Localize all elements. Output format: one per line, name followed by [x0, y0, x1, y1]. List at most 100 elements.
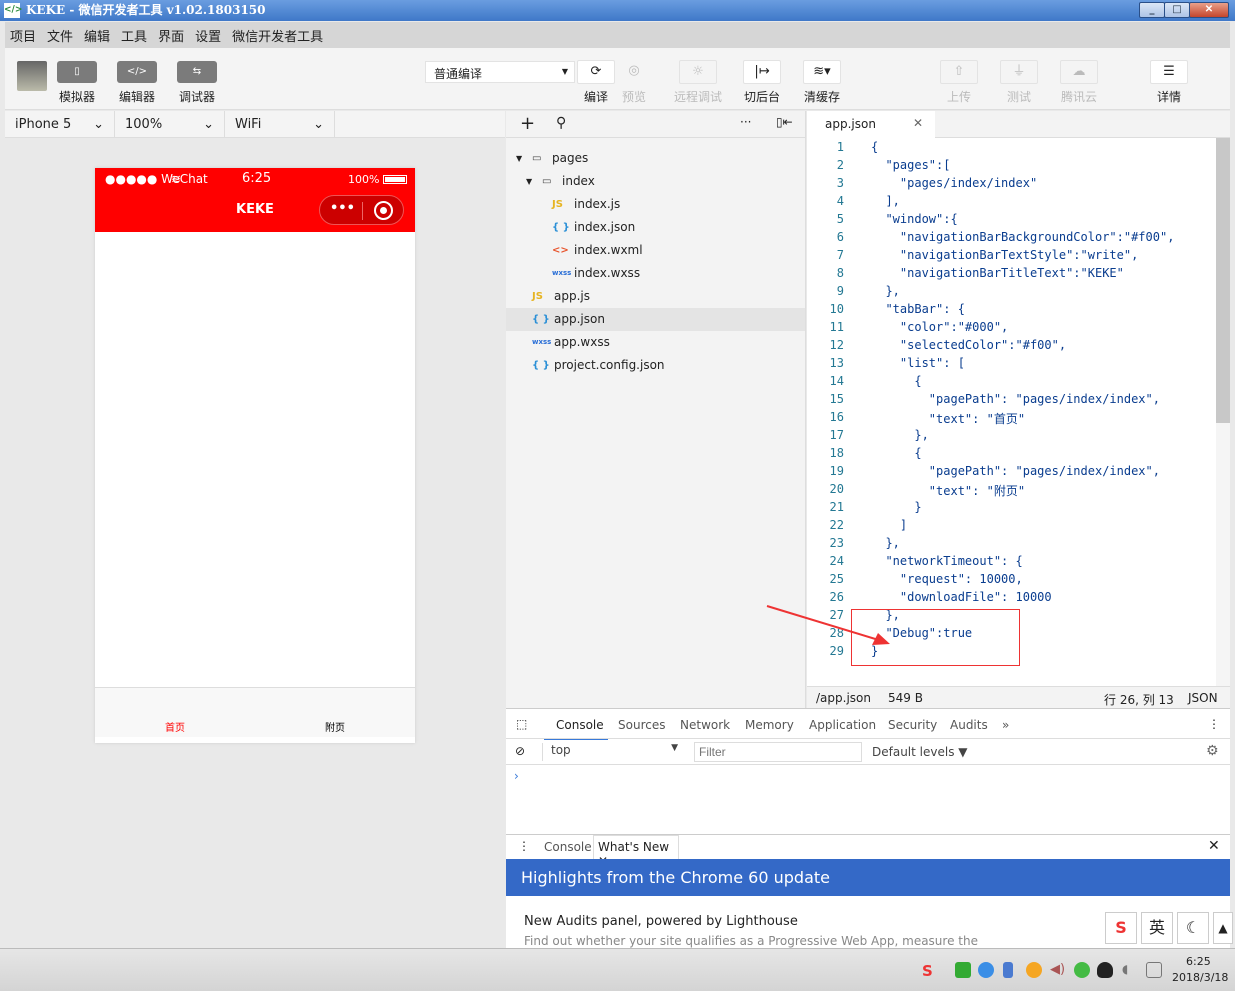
preview-button[interactable]: ◎	[615, 60, 653, 84]
device-select[interactable]: iPhone 5 ⌄	[5, 111, 115, 137]
language-mode[interactable]: JSON	[1188, 691, 1218, 705]
file-tree-item[interactable]: JS index.js	[506, 193, 806, 216]
code-line[interactable]: "tabBar": {	[871, 302, 964, 316]
menu-edit[interactable]: 编辑	[84, 26, 110, 45]
code-line[interactable]: "pagePath": "pages/index/index",	[871, 464, 1160, 478]
code-line[interactable]: "text": "首页"	[871, 410, 1025, 427]
menu-tools[interactable]: 工具	[121, 26, 147, 45]
code-line[interactable]: },	[871, 284, 899, 298]
code-line[interactable]: "networkTimeout": {	[871, 554, 1022, 568]
code-line[interactable]: "text": "附页"	[871, 482, 1025, 499]
inspect-element-icon[interactable]: ⬚	[516, 717, 527, 731]
zoom-select[interactable]: 100% ⌄	[115, 111, 225, 137]
maximize-button[interactable]: □	[1164, 2, 1190, 18]
speaker-icon[interactable]: ◖	[1122, 962, 1138, 978]
more-icon[interactable]: •••	[330, 201, 355, 216]
test-button[interactable]: ⏚	[1000, 60, 1038, 84]
qq-icon[interactable]	[1097, 962, 1113, 978]
file-tree-item[interactable]: ▼ ▭ pages	[506, 147, 806, 170]
sogou-tray-icon[interactable]: S	[922, 962, 938, 980]
usb-icon[interactable]	[1003, 962, 1013, 978]
console-prompt[interactable]: ›	[514, 769, 519, 783]
kebab-menu-icon[interactable]: ⋮	[518, 839, 530, 853]
code-line[interactable]: "navigationBarTitleText":"KEKE"	[871, 266, 1124, 280]
debugger-toggle-button[interactable]: ⇆	[177, 61, 217, 83]
collapse-panel-icon[interactable]: ▯⇤	[776, 115, 793, 129]
code-line[interactable]: "window":{	[871, 212, 957, 226]
clear-cache-button[interactable]: ≋▾	[803, 60, 841, 84]
context-select[interactable]: top ▼	[542, 743, 682, 761]
devtools-tab-console[interactable]: Console	[556, 718, 604, 732]
tab-home[interactable]: 首页	[95, 719, 255, 734]
kugou-icon[interactable]	[978, 962, 994, 978]
clock-date[interactable]: 2018/3/18	[1172, 971, 1228, 984]
devtools-tab-audits[interactable]: Audits	[950, 718, 988, 732]
file-tree-item[interactable]: wxss app.wxss	[506, 331, 806, 354]
feature-headline[interactable]: New Audits panel, powered by Lighthouse	[524, 914, 798, 929]
nvidia-icon[interactable]	[955, 962, 971, 978]
log-levels-select[interactable]: Default levels ▼	[872, 745, 968, 759]
devtools-tab-application[interactable]: Application	[809, 718, 876, 732]
menu-file[interactable]: 文件	[47, 26, 73, 45]
code-line[interactable]: ],	[871, 194, 899, 208]
search-icon[interactable]: ⚲	[556, 115, 566, 131]
code-line[interactable]: "selectedColor":"#f00",	[871, 338, 1066, 352]
code-line[interactable]: "navigationBarTextStyle":"write",	[871, 248, 1138, 262]
code-line[interactable]: {	[871, 374, 921, 388]
close-drawer-icon[interactable]: ✕	[1208, 838, 1220, 854]
network-icon[interactable]	[1146, 962, 1162, 978]
file-tree-item[interactable]: ▼ ▭ index	[506, 170, 806, 193]
file-tree-item[interactable]: JS app.js	[506, 285, 806, 308]
devtools-tab-sources[interactable]: Sources	[618, 718, 665, 732]
shirt-icon[interactable]: ▲	[1213, 912, 1233, 944]
compile-button[interactable]: ⟳	[577, 60, 615, 84]
drawer-tab-console[interactable]: Console	[544, 840, 592, 854]
code-line[interactable]: "request": 10000,	[871, 572, 1023, 586]
clear-console-icon[interactable]: ⊘	[515, 744, 525, 758]
code-line[interactable]: }	[871, 500, 921, 514]
upload-button[interactable]: ⇧	[940, 60, 978, 84]
code-line[interactable]: "pages":[	[871, 158, 950, 172]
devtools-tab-network[interactable]: Network	[680, 718, 730, 732]
background-button[interactable]: |↦	[743, 60, 781, 84]
code-line[interactable]: },	[871, 536, 899, 550]
add-file-icon[interactable]: +	[520, 113, 535, 134]
details-button[interactable]: ☰	[1150, 60, 1188, 84]
kebab-menu-icon[interactable]: ⋮	[1208, 717, 1220, 731]
file-tree-item[interactable]: { } app.json	[506, 308, 806, 331]
network-select[interactable]: WiFi ⌄	[225, 111, 335, 137]
gear-icon[interactable]: ⚙	[1206, 743, 1219, 759]
close-window-button[interactable]: ✕	[1189, 2, 1229, 18]
close-miniprogram-icon[interactable]	[374, 201, 393, 220]
network-check-icon[interactable]	[1074, 962, 1090, 978]
devtools-tab-security[interactable]: Security	[888, 718, 937, 732]
tab-app-json[interactable]: app.json ✕	[807, 111, 935, 139]
code-line[interactable]: "pagePath": "pages/index/index",	[871, 392, 1160, 406]
tab-sub-page[interactable]: 附页	[255, 719, 415, 734]
code-line[interactable]: ]	[871, 518, 907, 532]
avatar[interactable]	[17, 61, 47, 91]
code-line[interactable]: },	[871, 428, 928, 442]
menu-settings[interactable]: 设置	[195, 26, 221, 45]
code-line[interactable]: {	[871, 446, 921, 460]
minimize-button[interactable]: _	[1139, 2, 1165, 18]
menu-project[interactable]: 项目	[10, 26, 36, 45]
file-tree-item[interactable]: { } index.json	[506, 216, 806, 239]
volume-icon[interactable]: ◀)	[1050, 962, 1066, 978]
devtools-tab-more[interactable]: »	[1002, 718, 1009, 732]
code-line[interactable]: "list": [	[871, 356, 965, 370]
ime-mode-button[interactable]: 英	[1141, 912, 1173, 944]
code-line[interactable]: "color":"#000",	[871, 320, 1008, 334]
menu-view[interactable]: 界面	[158, 26, 184, 45]
file-tree-item[interactable]: { } project.config.json	[506, 354, 806, 377]
file-tree-item[interactable]: <> index.wxml	[506, 239, 806, 262]
code-line[interactable]: "navigationBarBackgroundColor":"#f00",	[871, 230, 1175, 244]
clock-time[interactable]: 6:25	[1186, 955, 1211, 968]
moon-icon[interactable]: ☾	[1177, 912, 1209, 944]
editor-scrollbar[interactable]	[1216, 138, 1230, 686]
close-tab-icon[interactable]: ✕	[913, 116, 923, 130]
cursor-position[interactable]: 行 26, 列 13	[1104, 691, 1174, 708]
devtools-tab-memory[interactable]: Memory	[745, 718, 794, 732]
file-tree-item[interactable]: wxss index.wxss	[506, 262, 806, 285]
more-icon[interactable]: ···	[740, 115, 751, 129]
